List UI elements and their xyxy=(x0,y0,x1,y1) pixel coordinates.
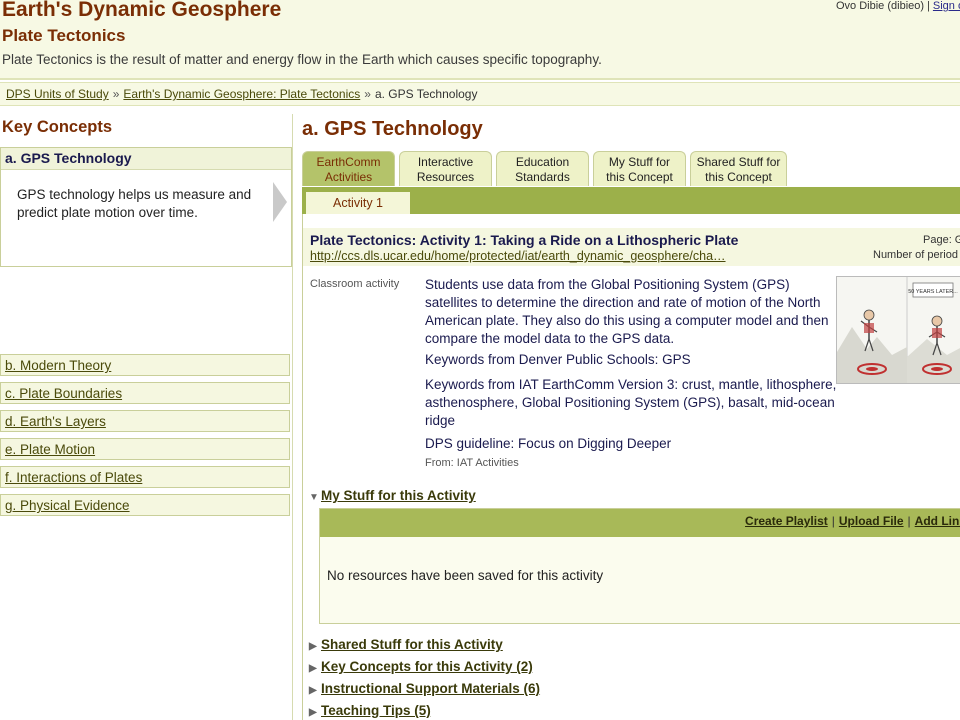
site-description: Plate Tectonics is the result of matter … xyxy=(2,52,602,67)
create-playlist-link[interactable]: Create Playlist xyxy=(745,514,828,528)
my-stuff-link[interactable]: My Stuff for this Activity xyxy=(321,488,476,503)
my-stuff-toolbar: Create Playlist|Upload File|Add Link xyxy=(320,509,960,537)
subtab-strip: Activity 1 xyxy=(302,187,960,214)
resource-keywords-iat: Keywords from IAT EarthComm Version 3: c… xyxy=(425,377,837,428)
tab-earthcomm-activities[interactable]: EarthComm Activities xyxy=(302,151,395,186)
site-title: Earth's Dynamic Geosphere xyxy=(2,0,282,21)
resource-guideline: DPS guideline: Focus on Digging Deeper xyxy=(425,436,672,451)
concept-link[interactable]: d. Earth's Layers xyxy=(5,414,106,429)
tab-label-line2: Resources xyxy=(416,170,475,184)
concept-link[interactable]: f. Interactions of Plates xyxy=(5,470,142,485)
tab-label-line1: Shared Stuff for xyxy=(696,155,781,169)
concept-item-plate-motion[interactable]: e. Plate Motion xyxy=(0,438,290,460)
triangle-right-icon: ▶ xyxy=(309,707,317,718)
resource-title: Plate Tectonics: Activity 1: Taking a Ri… xyxy=(310,232,739,248)
concept-item-plate-boundaries[interactable]: c. Plate Boundaries xyxy=(0,382,290,404)
teaching-tips-toggle[interactable]: ▶ Teaching Tips (5) xyxy=(309,703,431,718)
triangle-right-icon: ▶ xyxy=(309,685,317,696)
my-stuff-empty-message: No resources have been saved for this ac… xyxy=(327,568,604,583)
resource-source: From: IAT Activities xyxy=(425,457,519,469)
expand-arrow-icon xyxy=(273,182,287,222)
shared-stuff-toggle[interactable]: ▶ Shared Stuff for this Activity xyxy=(309,637,503,652)
resource-header: Plate Tectonics: Activity 1: Taking a Ri… xyxy=(303,228,960,266)
key-concepts-sidebar: Key Concepts a. GPS Technology GPS techn… xyxy=(0,114,293,720)
concept-link[interactable]: e. Plate Motion xyxy=(5,442,95,457)
triangle-down-icon: ▼ xyxy=(309,492,319,503)
resource-periods-label: Number of period xyxy=(873,249,958,261)
key-concepts-activity-toggle[interactable]: ▶ Key Concepts for this Activity (2) xyxy=(309,659,533,674)
page-title: a. GPS Technology xyxy=(302,118,483,140)
section-link[interactable]: Shared Stuff for this Activity xyxy=(321,637,503,652)
tab-label-line2: Standards xyxy=(515,170,570,184)
tab-my-stuff-concept[interactable]: My Stuff for this Concept xyxy=(593,151,686,186)
link-separator: | xyxy=(907,514,911,528)
breadcrumb-dps-units[interactable]: DPS Units of Study xyxy=(6,87,109,101)
breadcrumb: DPS Units of Study» Earth's Dynamic Geosp… xyxy=(0,82,960,106)
resource-type: Classroom activity xyxy=(310,278,400,290)
triangle-right-icon: ▶ xyxy=(309,663,317,674)
concept-item-physical-evidence[interactable]: g. Physical Evidence xyxy=(0,494,290,516)
breadcrumb-current: a. GPS Technology xyxy=(374,87,478,101)
instructional-support-toggle[interactable]: ▶ Instructional Support Materials (6) xyxy=(309,681,540,696)
tab-label-line1: EarthComm xyxy=(316,155,381,169)
activity-content: Plate Tectonics: Activity 1: Taking a Ri… xyxy=(302,214,960,720)
resource-description: Students use data from the Global Positi… xyxy=(425,277,829,346)
my-stuff-panel: Create Playlist|Upload File|Add Link No … xyxy=(319,508,960,624)
my-stuff-toggle[interactable]: ▼ My Stuff for this Activity xyxy=(309,488,476,503)
active-concept-description: GPS technology helps us measure and pred… xyxy=(17,187,252,220)
tab-label-line2: this Concept xyxy=(705,170,772,184)
tab-label-line2: Activities xyxy=(324,170,373,184)
triangle-right-icon: ▶ xyxy=(309,641,317,652)
resource-thumbnail[interactable]: 50 YEARS LATER... xyxy=(836,276,960,384)
section-link[interactable]: Instructional Support Materials (6) xyxy=(321,681,540,696)
resource-url-link[interactable]: http://ccs.dls.ucar.edu/home/protected/i… xyxy=(310,249,726,263)
active-concept-panel: a. GPS Technology GPS technology helps u… xyxy=(0,147,292,267)
key-concepts-title: Key Concepts xyxy=(2,118,113,136)
tab-interactive-resources[interactable]: Interactive Resources xyxy=(399,151,492,186)
breadcrumb-separator: » xyxy=(112,87,120,101)
tab-label-line1: My Stuff for xyxy=(608,155,671,169)
page-header: Earth's Dynamic Geosphere Plate Tectonic… xyxy=(0,0,960,80)
concept-item-interactions[interactable]: f. Interactions of Plates xyxy=(0,466,290,488)
tab-label-line1: Interactive xyxy=(417,155,474,169)
concept-link[interactable]: c. Plate Boundaries xyxy=(5,386,122,401)
thumbnail-caption: 50 YEARS LATER... xyxy=(908,289,958,295)
user-name: Ovo Dibie (dibieo) xyxy=(836,0,925,12)
active-concept-label[interactable]: a. GPS Technology xyxy=(1,148,291,170)
concept-link[interactable]: g. Physical Evidence xyxy=(5,498,130,513)
sign-out-link[interactable]: Sign o xyxy=(933,0,960,12)
tab-shared-stuff-concept[interactable]: Shared Stuff for this Concept xyxy=(690,151,787,186)
tab-education-standards[interactable]: Education Standards xyxy=(496,151,589,186)
tab-label-line2: this Concept xyxy=(606,170,673,184)
resource-page-label: Page: G xyxy=(923,234,960,246)
subtab-activity-1[interactable]: Activity 1 xyxy=(306,192,410,214)
add-link-link[interactable]: Add Link xyxy=(915,514,960,528)
resource-keywords-dps: Keywords from Denver Public Schools: GPS xyxy=(425,352,691,367)
user-box: Ovo Dibie (dibieo)|Sign o xyxy=(836,0,960,12)
link-separator: | xyxy=(831,514,835,528)
breadcrumb-unit[interactable]: Earth's Dynamic Geosphere: Plate Tectoni… xyxy=(123,87,360,101)
section-link[interactable]: Key Concepts for this Activity (2) xyxy=(321,659,533,674)
tab-label-line1: Education xyxy=(515,155,570,169)
concept-item-modern-theory[interactable]: b. Modern Theory xyxy=(0,354,290,376)
cartoon-thumbnail-icon: 50 YEARS LATER... xyxy=(837,277,960,383)
upload-file-link[interactable]: Upload File xyxy=(839,514,904,528)
main-content: a. GPS Technology EarthComm Activities I… xyxy=(302,114,960,720)
breadcrumb-separator: » xyxy=(364,87,371,101)
concept-link[interactable]: b. Modern Theory xyxy=(5,358,111,373)
site-subtitle: Plate Tectonics xyxy=(2,26,126,45)
section-link[interactable]: Teaching Tips (5) xyxy=(321,703,431,718)
concept-item-earths-layers[interactable]: d. Earth's Layers xyxy=(0,410,290,432)
